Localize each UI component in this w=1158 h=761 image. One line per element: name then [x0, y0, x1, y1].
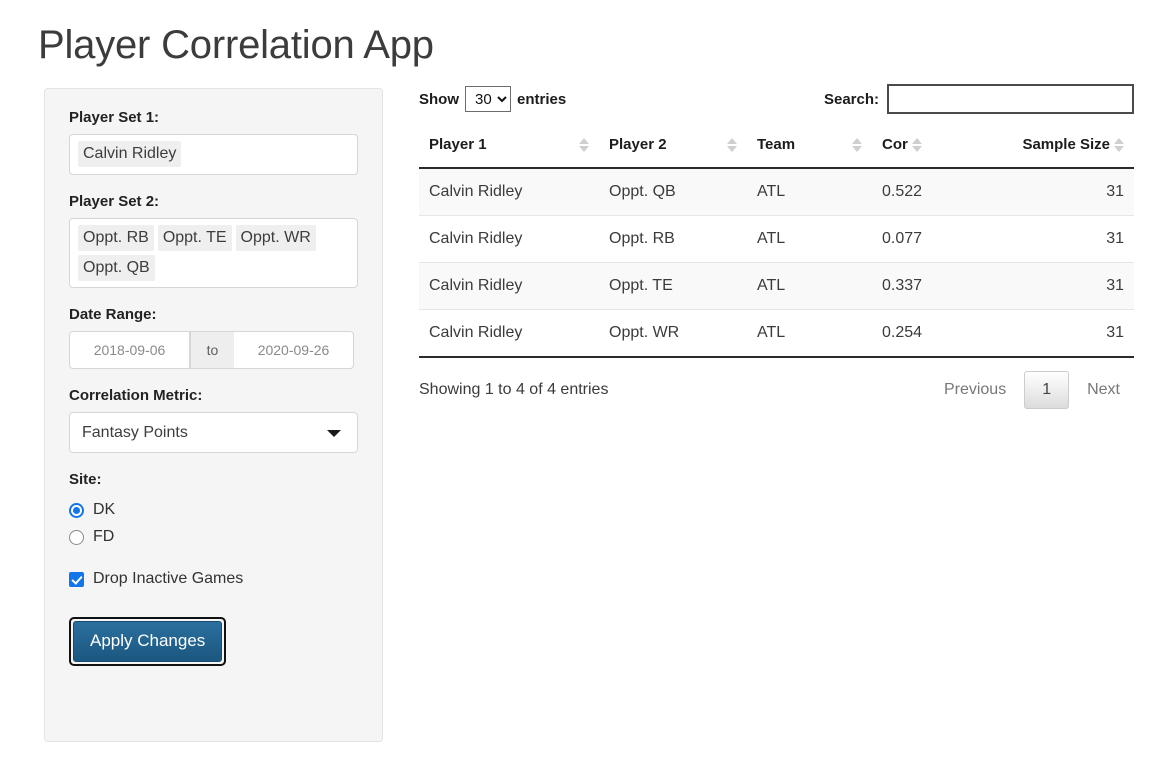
chip-oppt-rb[interactable]: Oppt. RB [78, 225, 154, 252]
radio-fd-label: FD [93, 528, 115, 546]
correlation-metric-value: Fantasy Points [82, 423, 188, 441]
column-header-team-label: Team [757, 136, 796, 153]
chip-player-set-1[interactable]: Calvin Ridley [78, 141, 182, 168]
show-entries-control: Show 30 entries [419, 86, 566, 112]
table-row[interactable]: Calvin Ridley Oppt. TE ATL 0.337 31 [419, 262, 1134, 310]
radio-dk-icon[interactable] [69, 502, 84, 518]
cell-player2: Oppt. QB [599, 168, 747, 216]
cell-player1: Calvin Ridley [419, 215, 599, 263]
cell-cor: 0.077 [872, 215, 992, 263]
date-end-input[interactable]: 2020-09-26 [234, 331, 354, 370]
sidebar-panel: Player Set 1: Calvin Ridley Player Set 2… [44, 88, 383, 742]
cell-team: ATL [747, 309, 872, 358]
cell-cor: 0.254 [872, 309, 992, 358]
cell-sample-size: 31 [992, 309, 1134, 358]
caret-down-icon [327, 429, 341, 437]
column-header-sample-size[interactable]: Sample Size [992, 136, 1134, 169]
show-entries-suffix: entries [517, 90, 567, 108]
cell-player2: Oppt. RB [599, 215, 747, 263]
table-row[interactable]: Calvin Ridley Oppt. QB ATL 0.522 31 [419, 168, 1134, 216]
cell-player1: Calvin Ridley [419, 309, 599, 358]
pagination: Previous 1 Next [930, 371, 1134, 409]
cell-team: ATL [747, 168, 872, 216]
radio-option-dk[interactable]: DK [69, 501, 358, 519]
cell-team: ATL [747, 262, 872, 310]
player-set-1-group: Player Set 1: Calvin Ridley [69, 109, 358, 175]
sort-icon-player1[interactable] [579, 137, 589, 152]
cell-player2: Oppt. TE [599, 262, 747, 310]
cell-team: ATL [747, 215, 872, 263]
radio-dk-label: DK [93, 501, 116, 519]
checkbox-drop-inactive[interactable]: Drop Inactive Games [69, 570, 358, 588]
chip-oppt-te[interactable]: Oppt. TE [157, 225, 232, 252]
date-range-label: Date Range: [69, 306, 157, 324]
column-header-team[interactable]: Team [747, 136, 872, 169]
apply-changes-button[interactable]: Apply Changes [73, 621, 223, 663]
player-set-2-input[interactable]: Oppt. RB Oppt. TE Oppt. WR Oppt. QB [69, 218, 358, 289]
pagination-next[interactable]: Next [1073, 373, 1134, 407]
checkbox-checked-icon[interactable] [69, 571, 84, 587]
column-header-player2-label: Player 2 [609, 136, 667, 153]
date-range-group: Date Range: 2018-09-06 to 2020-09-26 [69, 306, 358, 370]
table-header-row: Player 1 Player 2 Team Cor Sample Size [419, 136, 1134, 169]
cell-cor: 0.522 [872, 168, 992, 216]
column-header-cor[interactable]: Cor [872, 136, 992, 169]
column-header-player1[interactable]: Player 1 [419, 136, 599, 169]
correlation-metric-select[interactable]: Fantasy Points [69, 412, 358, 454]
correlation-table: Player 1 Player 2 Team Cor Sample Size C… [419, 136, 1134, 358]
page-title: Player Correlation App [38, 23, 434, 67]
date-start-input[interactable]: 2018-09-06 [69, 331, 190, 370]
table-footer: Showing 1 to 4 of 4 entries Previous 1 N… [419, 371, 1134, 409]
cell-player1: Calvin Ridley [419, 168, 599, 216]
show-entries-prefix: Show [419, 90, 459, 108]
chip-oppt-wr[interactable]: Oppt. WR [235, 225, 316, 252]
checkbox-drop-inactive-label: Drop Inactive Games [93, 570, 244, 588]
cell-cor: 0.337 [872, 262, 992, 310]
entries-per-page-select[interactable]: 30 [465, 86, 511, 112]
search-input[interactable] [887, 84, 1134, 114]
cell-sample-size: 31 [992, 262, 1134, 310]
player-set-1-input[interactable]: Calvin Ridley [69, 134, 358, 175]
site-label: Site: [69, 471, 102, 489]
sort-icon-sample-size[interactable] [1114, 137, 1124, 152]
app-root: Player Correlation App Player Set 1: Cal… [0, 0, 1158, 761]
correlation-metric-label: Correlation Metric: [69, 387, 203, 405]
sort-icon-player2[interactable] [727, 137, 737, 152]
search-control: Search: [824, 84, 1134, 114]
table-controls: Show 30 entries Search: [419, 82, 1134, 116]
radio-option-fd[interactable]: FD [69, 528, 358, 546]
column-header-player1-label: Player 1 [429, 136, 487, 153]
sort-icon-team[interactable] [852, 137, 862, 152]
table-info: Showing 1 to 4 of 4 entries [419, 381, 609, 398]
chip-oppt-qb[interactable]: Oppt. QB [78, 255, 155, 282]
cell-player1: Calvin Ridley [419, 262, 599, 310]
radio-fd-icon[interactable] [69, 529, 84, 545]
date-range-control: 2018-09-06 to 2020-09-26 [69, 331, 354, 370]
cell-player2: Oppt. WR [599, 309, 747, 358]
correlation-metric-group: Correlation Metric: Fantasy Points [69, 387, 358, 454]
player-set-1-label: Player Set 1: [69, 109, 160, 126]
table-body: Calvin Ridley Oppt. QB ATL 0.522 31 Calv… [419, 168, 1134, 358]
column-header-player2[interactable]: Player 2 [599, 136, 747, 169]
column-header-sample-size-label: Sample Size [1022, 136, 1110, 153]
cell-sample-size: 31 [992, 215, 1134, 263]
main-content: Show 30 entries Search: Player 1 Player … [419, 82, 1134, 409]
date-range-separator: to [190, 331, 234, 370]
player-set-2-label: Player Set 2: [69, 193, 160, 210]
table-row[interactable]: Calvin Ridley Oppt. WR ATL 0.254 31 [419, 309, 1134, 358]
apply-button-focus-ring: Apply Changes [69, 617, 227, 667]
table-head: Player 1 Player 2 Team Cor Sample Size [419, 136, 1134, 169]
cell-sample-size: 31 [992, 168, 1134, 216]
player-set-2-group: Player Set 2: Oppt. RB Oppt. TE Oppt. WR… [69, 193, 358, 289]
pagination-page-1[interactable]: 1 [1024, 371, 1070, 409]
sort-icon-cor[interactable] [911, 137, 922, 152]
column-header-cor-label: Cor [882, 136, 908, 153]
search-label: Search: [823, 90, 879, 108]
table-row[interactable]: Calvin Ridley Oppt. RB ATL 0.077 31 [419, 215, 1134, 263]
site-group: Site: DK FD [69, 471, 358, 546]
pagination-previous[interactable]: Previous [930, 373, 1020, 407]
